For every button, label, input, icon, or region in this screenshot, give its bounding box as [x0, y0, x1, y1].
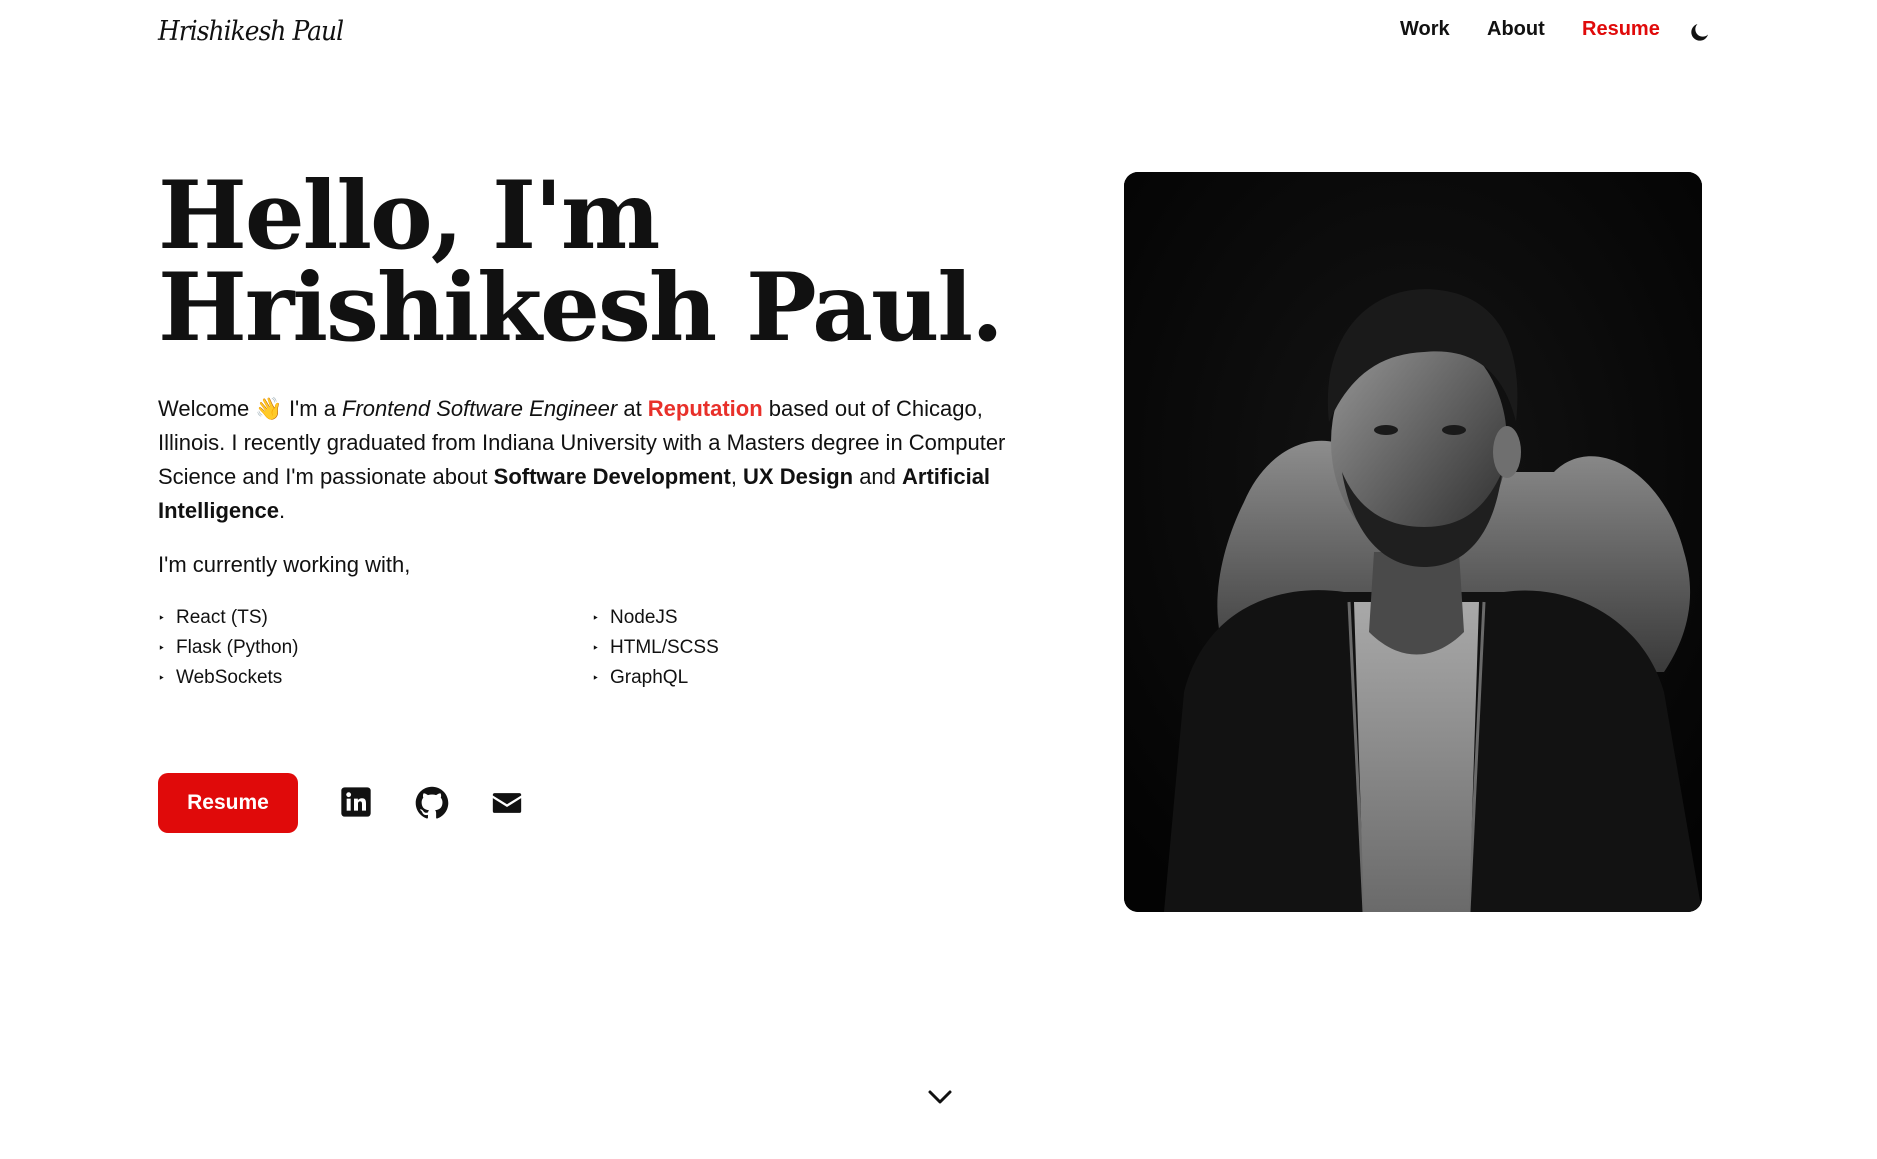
interest-software-development: Software Development: [493, 464, 731, 489]
resume-button[interactable]: Resume: [158, 773, 298, 833]
tech-label: HTML/SCSS: [610, 637, 719, 658]
profile-photo: [1124, 172, 1702, 912]
list-item: ‣ React (TS): [158, 603, 592, 633]
bullet-icon: ‣: [592, 671, 600, 685]
list-item: ‣ HTML/SCSS: [592, 633, 858, 663]
intro-sep1: ,: [730, 464, 744, 489]
intro-paragraph: Welcome 👋 I'm a Frontend Software Engine…: [158, 392, 1033, 528]
logo[interactable]: Hrishikesh Paul: [158, 8, 344, 58]
intro-im-a: I'm a: [282, 396, 343, 421]
intro-role: Frontend Software Engineer: [342, 396, 618, 421]
logo-signature: Hrishikesh Paul: [158, 16, 344, 47]
interest-ux-design: UX Design: [743, 464, 854, 489]
email-icon[interactable]: [490, 786, 524, 820]
tech-label: WebSockets: [176, 667, 283, 688]
hero-title: Hello, I'm Hrishikesh Paul.: [158, 161, 1004, 363]
list-item: ‣ WebSockets: [158, 663, 592, 693]
employer-link[interactable]: Reputation: [648, 396, 763, 421]
intro-at: at: [617, 396, 648, 421]
github-icon[interactable]: [415, 786, 449, 820]
page: Hrishikesh Paul Work About Resume Hello,…: [0, 0, 1877, 1159]
list-item: ‣ Flask (Python): [158, 633, 592, 663]
bullet-icon: ‣: [158, 671, 166, 685]
bullet-icon: ‣: [158, 641, 166, 655]
list-item: ‣ GraphQL: [592, 663, 858, 693]
tech-label: Flask (Python): [176, 637, 299, 658]
tech-label: GraphQL: [610, 667, 689, 688]
tech-label: React (TS): [176, 607, 268, 628]
bullet-icon: ‣: [592, 641, 600, 655]
list-item: ‣ NodeJS: [592, 603, 858, 633]
nav-about-link[interactable]: About: [1487, 18, 1545, 41]
tech-label: NodeJS: [610, 607, 678, 628]
tech-list: ‣ React (TS) ‣ Flask (Python) ‣ WebSockets …: [158, 603, 858, 693]
intro-end: .: [279, 498, 286, 523]
chevron-down-icon[interactable]: [925, 1086, 955, 1108]
intro-welcome: Welcome: [158, 396, 250, 421]
hero-title-line1: Hello, I'm: [158, 161, 660, 271]
nav-work-link[interactable]: Work: [1400, 18, 1450, 41]
hero-title-line2: Hrishikesh Paul.: [158, 253, 1004, 363]
working-with-label: I'm currently working with,: [158, 552, 411, 577]
linkedin-icon[interactable]: [340, 786, 374, 820]
bullet-icon: ‣: [158, 611, 166, 625]
moon-icon[interactable]: [1688, 20, 1712, 44]
intro-sep2: and: [853, 464, 903, 489]
wave-emoji: 👋: [255, 396, 283, 421]
bullet-icon: ‣: [592, 611, 600, 625]
nav-resume-link[interactable]: Resume: [1582, 18, 1660, 41]
